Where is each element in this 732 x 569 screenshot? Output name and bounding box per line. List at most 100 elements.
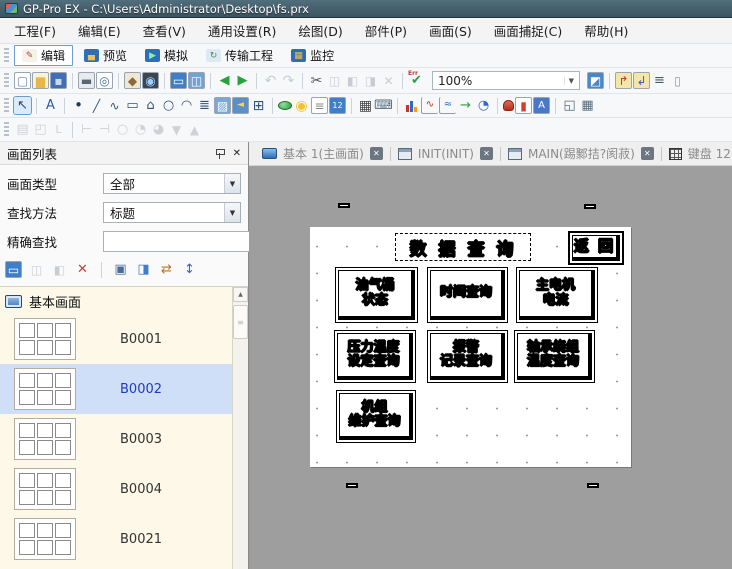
editor-canvas[interactable]: 数 据 查 询 返 回 油气桶状态 时间查询 主电机电流 压力温度设定查询 报警… [249, 166, 732, 569]
toolbar-grip[interactable] [4, 98, 9, 113]
table-icon[interactable]: ⊞ [250, 97, 267, 114]
pressure-temp-setting-query-button[interactable]: 压力温度设定查询 [334, 330, 416, 383]
screen-list-item-B0001[interactable]: B0001 [0, 314, 233, 364]
bar-graph-icon[interactable] [403, 97, 420, 114]
flow-graph-icon[interactable]: → [457, 97, 474, 114]
close-icon[interactable]: ✕ [233, 148, 241, 159]
menu-item-6[interactable]: 画面(S) [429, 21, 472, 40]
menu-item-1[interactable]: 编辑(E) [78, 21, 121, 40]
simulation-mode-button[interactable]: ▶模拟 [138, 46, 195, 65]
line-graph-icon[interactable]: ∿ [421, 97, 438, 114]
unit-maintenance-query-button[interactable]: 机组维护查询 [336, 390, 416, 443]
bearing-winding-temp-query-button[interactable]: 轴承绕组温度查询 [514, 330, 595, 383]
switch-icon[interactable] [278, 101, 292, 110]
zoom-combobox[interactable]: 100% ▼ [432, 71, 580, 90]
tab-2[interactable]: MAIN(踢鄹拮?阂菽)✕ [501, 145, 661, 162]
hmi-screen[interactable]: 数 据 查 询 返 回 油气桶状态 时间查询 主电机电流 压力温度设定查询 报警… [310, 227, 631, 467]
key-input-icon[interactable]: ⌨ [375, 97, 392, 114]
chevron-down-icon[interactable]: ▼ [224, 174, 240, 193]
meter-graph-icon[interactable]: ◔ [475, 97, 492, 114]
oil-gas-barrel-status-button[interactable]: 油气桶状态 [335, 267, 418, 323]
screen-list-item-B0002[interactable]: B0002 [0, 364, 233, 414]
copy-screen-icon[interactable]: ◫ [188, 72, 205, 89]
screen-capture-icon[interactable]: ◉ [142, 72, 159, 89]
selection-handle[interactable] [587, 483, 599, 488]
next-screen-icon[interactable]: ▶ [234, 72, 251, 89]
select-cursor-icon[interactable]: ↖ [14, 97, 31, 114]
group-header-base-screens[interactable]: 基本画面 [0, 287, 248, 314]
transfer-send-icon[interactable]: ↱ [615, 72, 632, 89]
text-icon[interactable]: A [42, 97, 59, 114]
new-screen-icon[interactable]: ▭ [170, 72, 187, 89]
screen-list-item-B0004[interactable]: B0004 [0, 464, 233, 514]
tab-close-icon[interactable]: ✕ [370, 147, 383, 160]
fit-screen-icon[interactable]: ◩ [587, 72, 604, 89]
print-preview-icon[interactable]: ◎ [96, 72, 113, 89]
list-scrollbar[interactable]: ▲ ≡ [232, 287, 248, 569]
menu-item-2[interactable]: 查看(V) [143, 21, 186, 40]
tab-close-icon[interactable]: ✕ [480, 147, 493, 160]
open-project-icon[interactable]: ▆ [32, 72, 49, 89]
tab-0[interactable]: 基本 1(主画面)✕ [255, 145, 390, 162]
display-mode-icon[interactable]: ▣ [112, 261, 129, 278]
edit-mode-button[interactable]: ✎编辑 [14, 45, 73, 66]
pin-icon[interactable] [214, 148, 225, 159]
error-check-icon[interactable]: ✔Err [408, 72, 425, 89]
project-settings-icon[interactable]: ≡ [651, 72, 668, 89]
transfer-project-mode-button[interactable]: ↻传输工程 [199, 46, 280, 65]
selection-handle[interactable] [338, 203, 350, 208]
delete-screen-icon[interactable]: ✕ [74, 261, 91, 278]
screen-list-item-B0021[interactable]: B0021 [0, 514, 233, 564]
menu-item-3[interactable]: 通用设置(R) [208, 21, 276, 40]
dot-icon[interactable]: • [70, 97, 87, 114]
transfer-screen-icon[interactable]: ↕ [181, 261, 198, 278]
time-query-button[interactable]: 时间查询 [427, 267, 508, 323]
monitor-mode-button[interactable]: ▦监控 [284, 46, 341, 65]
screen-call-icon[interactable]: ◄ [232, 97, 249, 114]
scale-icon[interactable]: ≣ [196, 97, 213, 114]
menu-item-4[interactable]: 绘图(D) [298, 21, 342, 40]
cut-icon[interactable]: ✂ [308, 72, 325, 89]
alarm-icon[interactable] [503, 100, 514, 111]
selection-handle[interactable] [584, 204, 596, 209]
arc-icon[interactable]: ◠ [178, 97, 195, 114]
chevron-down-icon[interactable]: ▼ [224, 203, 240, 222]
scrollbar-thumb[interactable]: ≡ [233, 305, 248, 339]
chevron-down-icon[interactable]: ▼ [564, 77, 574, 85]
ellipse-icon[interactable]: ○ [160, 97, 177, 114]
date-display-icon[interactable]: 12 [329, 97, 346, 114]
clipped-icon[interactable]: ▯ [669, 72, 686, 89]
trend-graph-icon[interactable]: ≈ [439, 97, 456, 114]
toolbar-grip[interactable] [4, 48, 9, 63]
polygon-icon[interactable]: ⌂ [142, 97, 159, 114]
special-parts-icon[interactable]: ▦ [579, 97, 596, 114]
preview-mode-button[interactable]: ▄预览 [77, 46, 134, 65]
search-input[interactable] [103, 231, 263, 252]
return-button[interactable]: 返 回 [568, 231, 624, 265]
menu-item-0[interactable]: 工程(F) [14, 21, 56, 40]
text-display-icon[interactable]: A [533, 97, 550, 114]
rectangle-icon[interactable]: ▭ [124, 97, 141, 114]
screen-title-object[interactable]: 数 据 查 询 [395, 233, 531, 261]
picture-icon[interactable]: ▨ [214, 97, 231, 114]
main-motor-current-button[interactable]: 主电机电流 [516, 267, 598, 323]
message-display-icon[interactable]: ≡ [311, 97, 328, 114]
tab-close-icon[interactable]: ✕ [641, 147, 654, 160]
lamp-icon[interactable]: ◉ [293, 97, 310, 114]
polyline-icon[interactable]: ∿ [106, 97, 123, 114]
screen-type-dropdown[interactable]: 全部 ▼ [103, 173, 241, 194]
menu-item-8[interactable]: 帮助(H) [584, 21, 628, 40]
screen-list-item-B0003[interactable]: B0003 [0, 414, 233, 464]
print-icon[interactable]: ▬ [78, 72, 95, 89]
alarm-part-icon[interactable]: ▮ [515, 97, 532, 114]
save-project-icon[interactable]: ▪ [50, 72, 67, 89]
menu-item-5[interactable]: 部件(P) [365, 21, 407, 40]
tab-1[interactable]: INIT(INIT)✕ [391, 147, 500, 161]
transfer-receive-icon[interactable]: ↲ [633, 72, 650, 89]
new-project-icon[interactable]: ▢ [14, 72, 31, 89]
toolbar-grip[interactable] [4, 73, 9, 88]
new-screen-icon[interactable]: ▭ [5, 261, 22, 278]
search-method-dropdown[interactable]: 标题 ▼ [103, 202, 241, 223]
window-parts-icon[interactable]: ◱ [561, 97, 578, 114]
menu-item-7[interactable]: 画面捕捉(C) [494, 21, 562, 40]
